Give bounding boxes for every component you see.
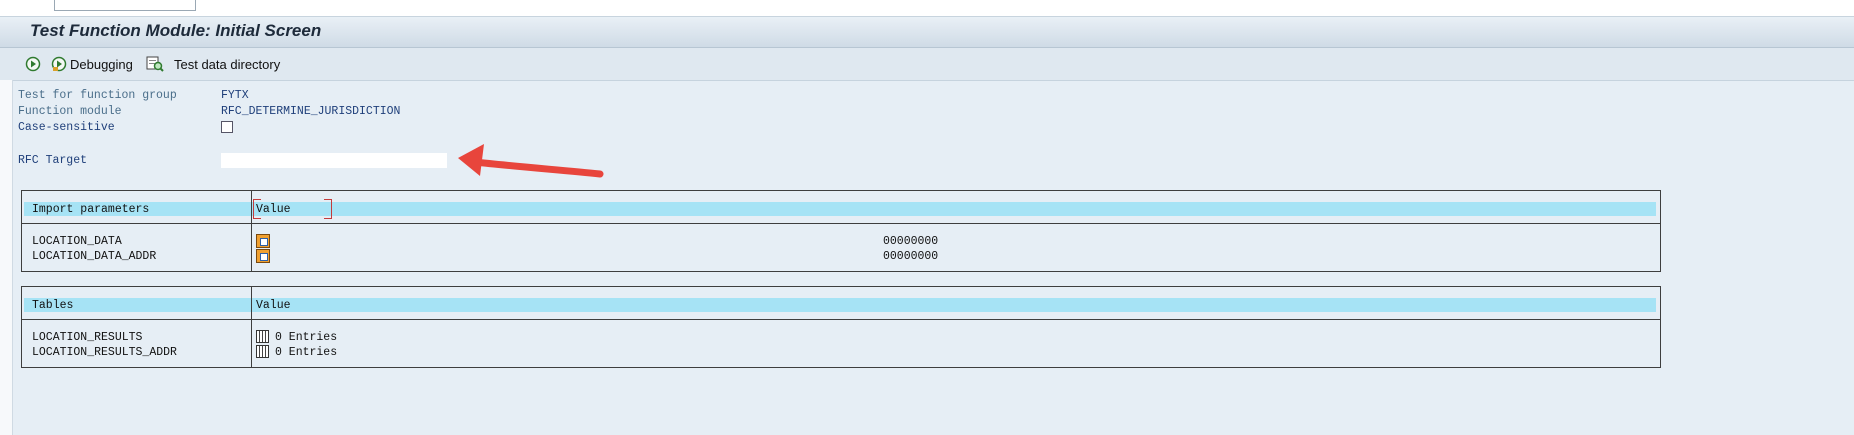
test-data-directory-button[interactable]: Test data directory [146,54,280,74]
import-parameters-grid: Import parameters Value LOCATION_DATA 00… [21,190,1661,272]
debugging-label: Debugging [70,56,133,72]
function-group-value: FYTX [221,89,249,102]
import-parameters-header: Import parameters [32,203,150,216]
structure-icon[interactable] [256,249,270,263]
table-row: LOCATION_RESULTS [32,331,143,344]
function-module-value: RFC_DETERMINE_JURISDICTION [221,105,401,118]
table-row-value[interactable]: 00000000 [883,235,938,248]
rfc-target-label: RFC Target [18,154,88,167]
function-group-label: Test for function group [18,89,177,102]
table-row: LOCATION_DATA_ADDR [32,250,157,263]
case-sensitive-checkbox[interactable] [221,121,233,133]
arrow-annotation [458,144,604,178]
rfc-target-input[interactable] [221,153,447,168]
command-field[interactable] [54,0,196,11]
tables-header: Tables [32,299,74,312]
table-icon[interactable] [256,330,269,343]
debug-execute-icon [50,55,68,73]
test-data-directory-icon [146,55,164,73]
table-row-value: 0 Entries [275,331,338,344]
page-title: Test Function Module: Initial Screen [30,21,322,40]
table-row-value: 0 Entries [275,346,338,359]
table-row: LOCATION_RESULTS_ADDR [32,346,177,359]
function-module-label: Function module [18,105,122,118]
table-icon[interactable] [256,345,269,358]
structure-icon[interactable] [256,234,270,248]
execute-icon [24,55,42,73]
tables-grid: Tables Value LOCATION_RESULTS 0 Entries … [21,286,1661,368]
top-strip [0,0,1854,17]
execute-button[interactable] [24,54,42,74]
tables-value-header: Value [256,299,291,312]
case-sensitive-label: Case-sensitive [18,121,115,134]
debugging-button[interactable]: Debugging [50,54,133,74]
title-bar: Test Function Module: Initial Screen [0,17,1854,48]
table-row: LOCATION_DATA [32,235,122,248]
import-value-header[interactable]: Value [256,203,291,216]
cursor-bracket-right [324,199,332,219]
left-edge [0,80,13,435]
table-row-value[interactable]: 00000000 [883,250,938,263]
test-data-directory-label: Test data directory [174,56,281,72]
application-toolbar: Debugging Test data directory [0,48,1854,81]
